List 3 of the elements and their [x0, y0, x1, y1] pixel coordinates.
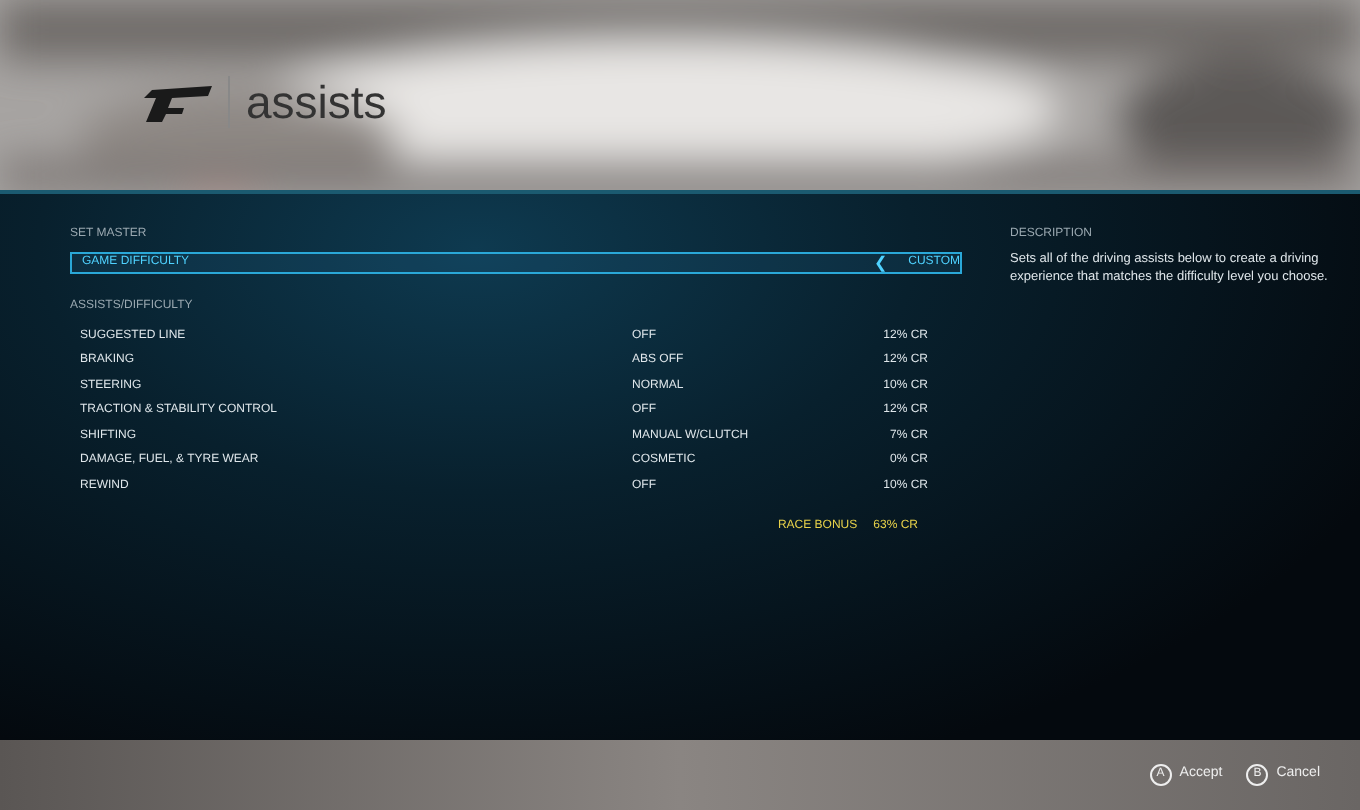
- left-arrow-icon[interactable]: ❮: [404, 251, 909, 275]
- logo-icon: [140, 82, 212, 122]
- page-title: assists: [246, 79, 387, 125]
